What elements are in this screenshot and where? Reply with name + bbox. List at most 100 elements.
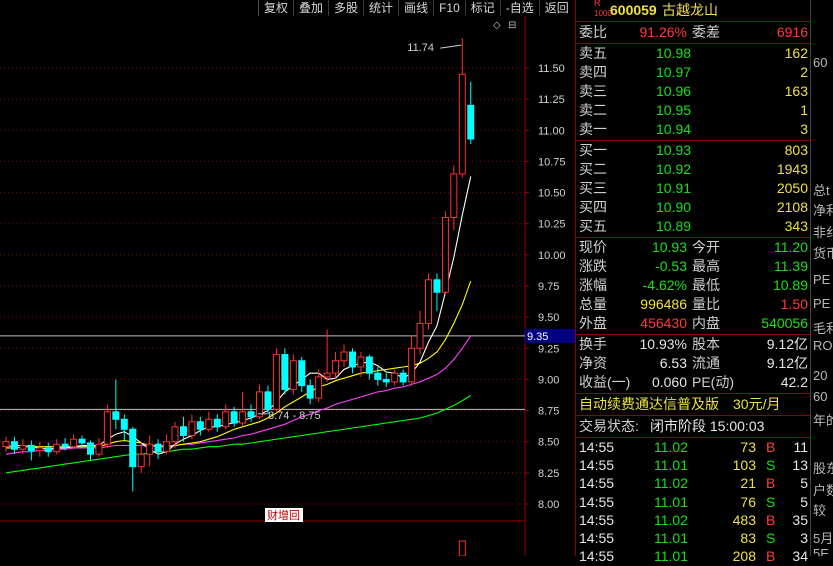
volume-bar	[458, 540, 466, 556]
fund-row: 收益(一) 0.060 PE(动) 42.2	[576, 373, 811, 392]
ad-banner[interactable]: 自动续费通达信普及版 30元/月	[576, 395, 811, 414]
side-info-panel: 60 总t 净利非纟货币 PE PE 毛利 RO 20 60 年的股东户数较 5月5E	[810, 0, 833, 556]
candle-body	[44, 447, 52, 453]
tick-row[interactable]: 14:55 11.01 208 B 34	[576, 547, 811, 566]
kline-chart[interactable]: 11.50 11.25 11.00 10.75 10.50 10.25 10.00 9.75 9…	[0, 16, 575, 556]
stock-header: R 1000 600059 古越龙山	[576, 0, 811, 20]
tick-price: 11.02	[654, 511, 688, 528]
tick-count: 5	[800, 493, 808, 510]
sells-price: 10.97	[656, 64, 692, 80]
candle-body	[247, 411, 255, 418]
tick-side: S	[766, 530, 776, 546]
stock-name: 古越龙山	[662, 2, 718, 18]
candle-body	[450, 173, 458, 218]
toolbar-item-3[interactable]: 统计	[363, 0, 398, 16]
quote-row: 现价 10.93 今开 11.20	[576, 238, 811, 257]
chart-toolbar: 复权 叠加 多股 统计 画线 F10 标记 -自选 返回	[258, 0, 575, 16]
candle-body	[264, 391, 272, 410]
buys-volume: 1943	[776, 161, 808, 177]
candle-body	[399, 372, 407, 383]
quote-value: 540056	[761, 315, 808, 331]
candle-body	[298, 360, 306, 387]
tick-volume: 208	[732, 548, 756, 565]
tick-row[interactable]: 14:55 11.02 483 B 35	[576, 511, 811, 530]
buys-row: 买四 10.90 2108	[576, 198, 811, 217]
side-info-label: 非纟	[813, 225, 833, 240]
tick-count: 34	[792, 548, 808, 565]
ad-text[interactable]: 自动续费通达信普及版	[579, 395, 719, 414]
candle-body	[2, 441, 10, 448]
sells-label: 卖二	[579, 102, 607, 118]
toolbar-item-5[interactable]: F10	[433, 0, 465, 16]
y-tick-label: 9.75	[538, 281, 559, 293]
candle-body	[95, 443, 103, 455]
quote-label: 内盘	[692, 315, 720, 331]
toolbar-item-2[interactable]: 多股	[328, 0, 363, 16]
side-info-label: 60	[813, 389, 828, 404]
tick-time: 14:55	[579, 548, 615, 565]
quote-value: 11.39	[774, 258, 808, 274]
tick-row[interactable]: 14:55 11.01 103 S 13	[576, 456, 811, 475]
event-marker: 财增回	[267, 508, 300, 522]
sells-label: 卖四	[579, 64, 607, 80]
trade-status: 交易状态: 闭市阶段 15:00:03	[576, 417, 811, 436]
r-badge: R	[594, 0, 601, 8]
candle-body	[306, 385, 314, 399]
candle-body	[146, 443, 154, 455]
sells-price: 10.95	[656, 102, 692, 118]
sells-row: 卖四 10.97 2	[576, 63, 811, 82]
quote-label: 总量	[579, 296, 607, 312]
toolbar-item-0[interactable]: 复权	[258, 0, 293, 16]
side-info-label: 货币	[813, 246, 833, 261]
quote-value: 456430	[640, 315, 687, 331]
toolbar-item-8[interactable]: 返回	[538, 0, 574, 16]
side-info-label: 较	[813, 503, 827, 518]
tick-row[interactable]: 14:55 11.02 73 B 11	[576, 438, 811, 457]
side-info-label: 20	[813, 368, 828, 383]
sells-price: 10.94	[656, 121, 692, 137]
high-annotation: 11.74	[407, 42, 434, 54]
quote-value: -4.62%	[642, 277, 687, 293]
sells-volume: 3	[800, 121, 808, 137]
candle-body	[382, 378, 390, 383]
ad-price[interactable]: 30元/月	[733, 395, 780, 414]
toolbar-item-4[interactable]: 画线	[398, 0, 433, 16]
tick-time: 14:55	[579, 439, 615, 455]
tick-row[interactable]: 14:55 11.02 21 B 5	[576, 474, 811, 493]
y-tick-label: 9.00	[538, 374, 559, 386]
candle-body	[374, 372, 382, 380]
quote-label: 涨跌	[579, 258, 607, 274]
y-tick-label: 8.00	[538, 499, 559, 511]
tick-volume: 73	[740, 439, 756, 455]
tick-price: 11.02	[654, 439, 688, 455]
quote-label: 现价	[579, 239, 607, 255]
candle-body	[357, 356, 365, 368]
quote-value: 996486	[640, 296, 687, 312]
toolbar-item-6[interactable]: 标记	[464, 0, 500, 16]
side-info-label: 5E	[813, 546, 829, 556]
tick-row[interactable]: 14:55 11.01 76 S 5	[576, 493, 811, 512]
fund-value: 0.060	[651, 374, 687, 390]
sells-volume: 162	[784, 45, 808, 61]
fund-label: 流通	[692, 355, 720, 371]
tick-row[interactable]: 14:55 11.01 83 S 3	[576, 529, 811, 548]
toolbar-item-1[interactable]: 叠加	[293, 0, 328, 16]
side-info-label: PE	[813, 296, 831, 311]
side-info-label: 户数	[813, 483, 833, 498]
tick-price: 11.02	[654, 475, 688, 492]
quote-value: 11.20	[774, 239, 808, 255]
tick-side: B	[766, 511, 776, 528]
buys-label: 买二	[579, 161, 607, 177]
fund-value: 6.53	[659, 355, 687, 371]
candle-body	[205, 418, 213, 430]
tick-count: 35	[792, 511, 808, 528]
candle-body	[425, 279, 432, 324]
tick-price: 11.01	[654, 530, 688, 546]
candle-body	[408, 347, 416, 383]
ma10-line	[6, 280, 472, 449]
buys-price: 10.91	[656, 180, 692, 196]
candle-body	[332, 360, 340, 374]
candle-body	[53, 443, 61, 453]
fund-row: 净资 6.53 流通 9.12亿	[576, 354, 811, 373]
toolbar-item-7[interactable]: -自选	[499, 0, 539, 16]
